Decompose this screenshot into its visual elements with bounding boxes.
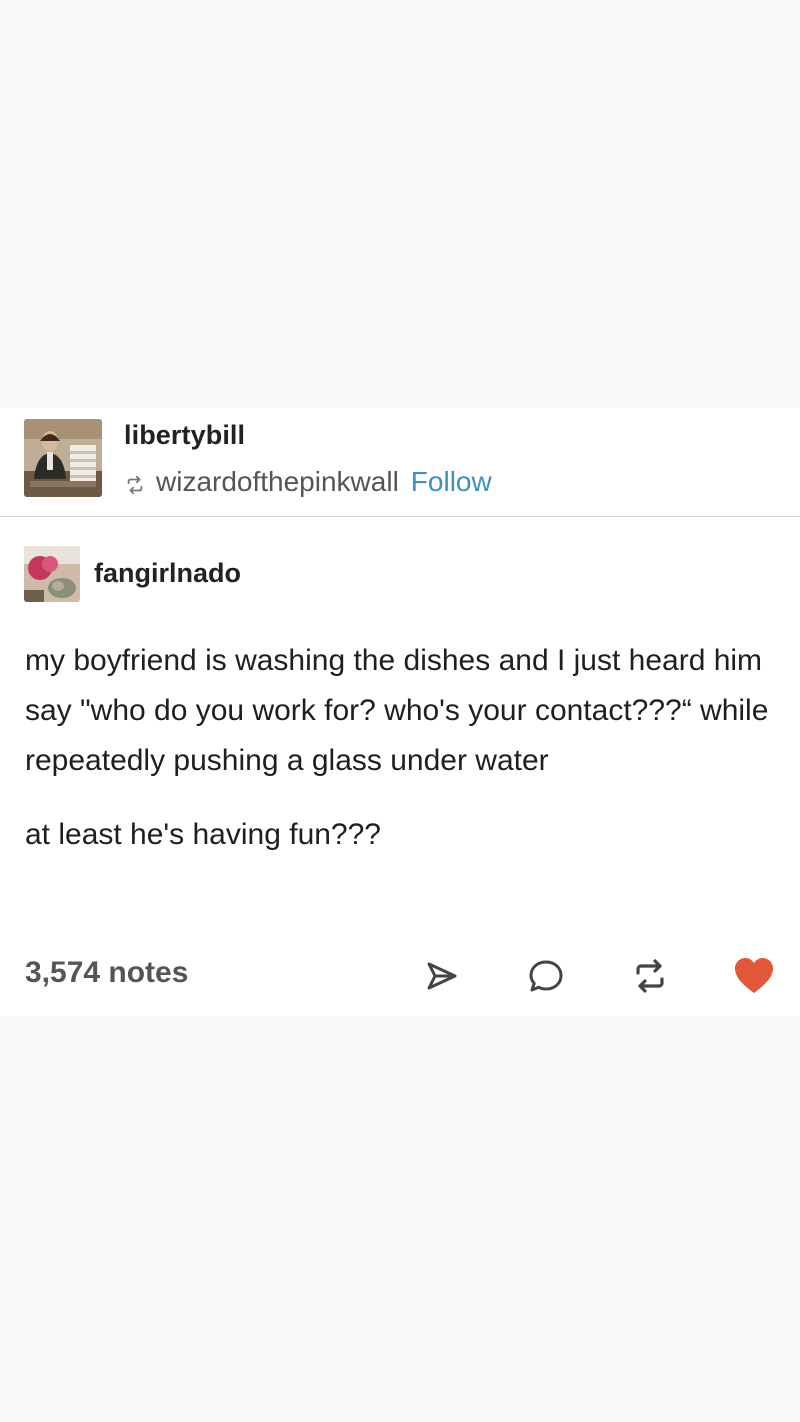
reblog-source-line: wizardofthepinkwall Follow bbox=[124, 464, 492, 500]
comment-button[interactable] bbox=[524, 954, 568, 998]
trail-header: fangirlnado bbox=[0, 546, 800, 606]
reblog-icon bbox=[124, 471, 146, 495]
avatar[interactable] bbox=[24, 419, 102, 497]
reblog-author-name[interactable]: libertybill bbox=[124, 420, 245, 451]
reblog-header: libertybill wizardofthepinkwall Follow bbox=[0, 408, 800, 516]
post-card: libertybill wizardofthepinkwall Follow f… bbox=[0, 408, 800, 1016]
divider bbox=[0, 516, 800, 517]
follow-button[interactable]: Follow bbox=[411, 466, 492, 498]
post-body: my boyfriend is washing the dishes and I… bbox=[25, 636, 785, 860]
trail-avatar-photo bbox=[24, 546, 80, 602]
avatar-photo bbox=[24, 419, 102, 497]
like-button[interactable] bbox=[732, 954, 776, 998]
post-paragraph: at least he's having fun??? bbox=[25, 818, 381, 851]
share-icon bbox=[422, 956, 462, 996]
post-footer: 3,574 notes bbox=[0, 946, 800, 1004]
notes-count[interactable]: 3,574 notes bbox=[25, 956, 188, 990]
share-button[interactable] bbox=[420, 954, 464, 998]
reblog-icon bbox=[630, 956, 670, 996]
trail-avatar[interactable] bbox=[24, 546, 80, 602]
reblog-via-name[interactable]: wizardofthepinkwall bbox=[156, 466, 399, 498]
post-paragraph: my boyfriend is washing the dishes and I… bbox=[25, 644, 769, 777]
comment-icon bbox=[526, 956, 566, 996]
heart-icon bbox=[733, 956, 775, 996]
trail-author-name[interactable]: fangirlnado bbox=[94, 558, 241, 589]
reblog-button[interactable] bbox=[628, 954, 672, 998]
